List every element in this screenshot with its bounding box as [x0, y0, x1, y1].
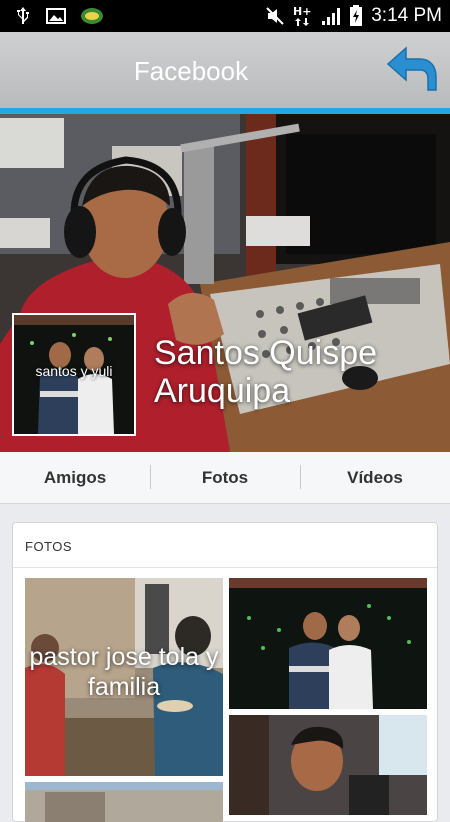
hplus-network-icon: H+: [293, 5, 312, 26]
photo-item[interactable]: [229, 578, 427, 709]
tab-videos[interactable]: Vídeos: [300, 464, 450, 489]
photo-image: [229, 578, 427, 709]
signal-icon: [322, 8, 341, 25]
clock: 3:14 PM: [371, 5, 442, 26]
profile-avatar[interactable]: santos y yuli: [12, 313, 136, 436]
back-button[interactable]: [386, 44, 438, 94]
avatar-caption: santos y yuli: [35, 363, 113, 379]
app-bar: Facebook: [0, 32, 450, 108]
app-logo-icon: [81, 8, 103, 24]
photo-item[interactable]: [229, 715, 427, 815]
photo-caption: pastor jose tola y familia: [29, 643, 219, 701]
tab-fotos[interactable]: Fotos: [150, 464, 300, 489]
battery-charging-icon: [350, 5, 363, 26]
back-arrow-icon: [386, 46, 437, 91]
divider: [13, 567, 437, 568]
status-bar: H+ 3:14 PM: [0, 0, 450, 32]
profile-tabs: Amigos Fotos Vídeos: [0, 452, 450, 504]
usb-icon: [17, 7, 29, 24]
photo-image: [229, 715, 427, 815]
profile-name: Santos Quispe Aruquipa: [154, 334, 378, 410]
photos-section-title: FOTOS: [25, 539, 73, 554]
photo-item[interactable]: [25, 782, 223, 822]
photos-card: FOTOS pastor jose tola y familia: [12, 522, 438, 822]
mute-icon: [266, 7, 284, 25]
photo-item[interactable]: pastor jose tola y familia: [25, 578, 223, 776]
app-title: Facebook: [133, 56, 249, 86]
photo-image: [25, 782, 223, 822]
image-icon: [46, 8, 66, 24]
svg-text:H+: H+: [293, 5, 311, 18]
cover-photo[interactable]: santos y yuli Santos Quispe Aruquipa: [0, 114, 450, 452]
tab-amigos[interactable]: Amigos: [0, 468, 150, 488]
